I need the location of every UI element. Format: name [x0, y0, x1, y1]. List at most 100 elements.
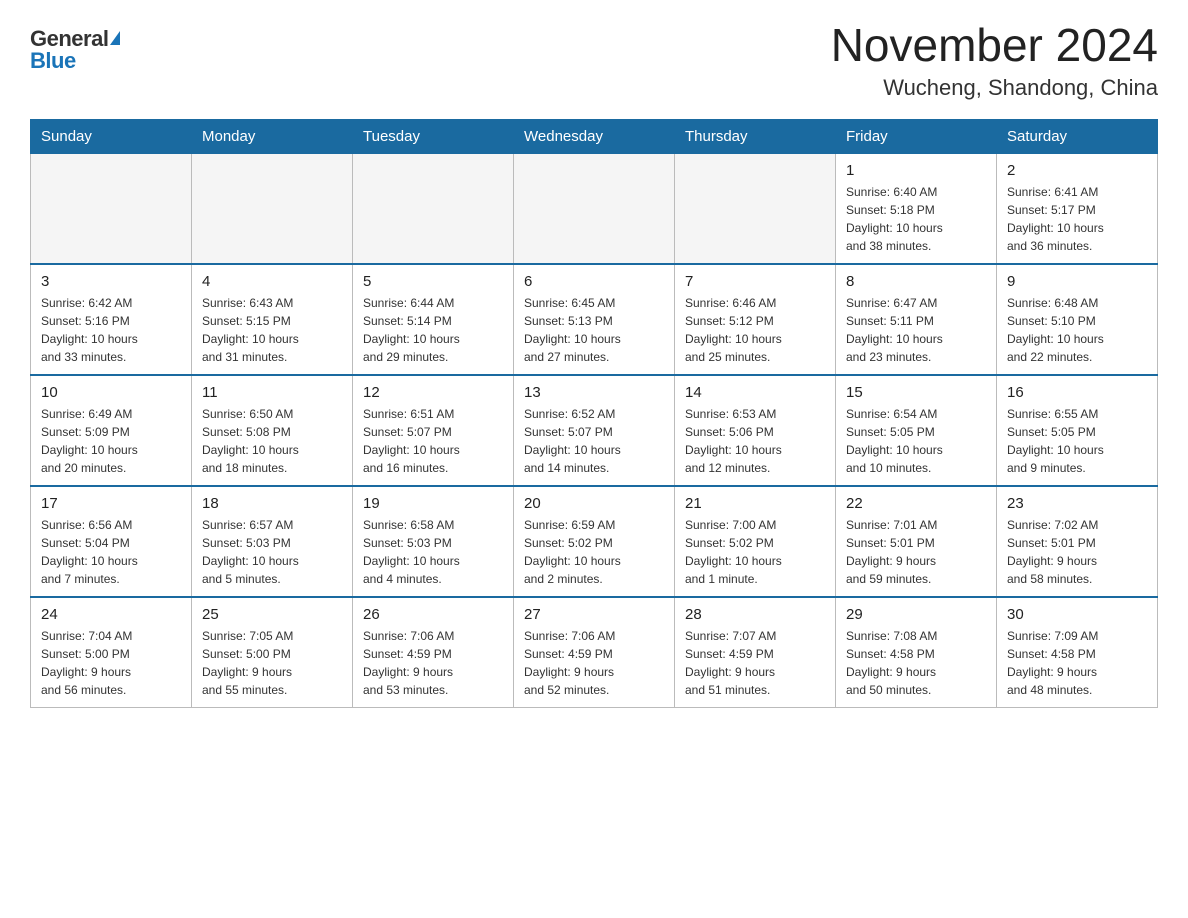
calendar-day-cell: 28 Sunrise: 7:07 AMSunset: 4:59 PMDayligh…	[675, 597, 836, 708]
weekday-header-sunday: Sunday	[31, 119, 192, 153]
day-info: Sunrise: 7:06 AMSunset: 4:59 PMDaylight:…	[363, 627, 503, 699]
calendar-day-cell: 29Sunrise: 7:08 AMSunset: 4:58 PMDayligh…	[836, 597, 997, 708]
calendar-day-cell	[192, 153, 353, 264]
day-info: Sunrise: 6:48 AMSunset: 5:10 PMDaylight:…	[1007, 294, 1147, 366]
day-number: 25	[202, 606, 342, 623]
calendar-title: November 2024	[831, 20, 1158, 71]
day-info: Sunrise: 6:49 AMSunset: 5:09 PMDaylight:…	[41, 405, 181, 477]
calendar-week-row: 10 Sunrise: 6:49 AMSunset: 5:09 PMDayligh…	[31, 375, 1158, 486]
logo-blue-text: Blue	[30, 48, 76, 74]
day-number: 10	[41, 384, 181, 401]
day-number: 2	[1007, 162, 1147, 179]
day-number: 27	[524, 606, 664, 623]
day-info: Sunrise: 6:46 AMSunset: 5:12 PMDaylight:…	[685, 294, 825, 366]
logo: General Blue	[30, 26, 120, 74]
calendar-day-cell: 17 Sunrise: 6:56 AMSunset: 5:04 PMDayligh…	[31, 486, 192, 597]
calendar-day-cell: 18 Sunrise: 6:57 AMSunset: 5:03 PMDayligh…	[192, 486, 353, 597]
calendar-day-cell: 25 Sunrise: 7:05 AMSunset: 5:00 PMDayligh…	[192, 597, 353, 708]
calendar-day-cell: 9Sunrise: 6:48 AMSunset: 5:10 PMDaylight…	[997, 264, 1158, 375]
calendar-day-cell: 20Sunrise: 6:59 AMSunset: 5:02 PMDayligh…	[514, 486, 675, 597]
calendar-day-cell: 13Sunrise: 6:52 AMSunset: 5:07 PMDayligh…	[514, 375, 675, 486]
weekday-header-tuesday: Tuesday	[353, 119, 514, 153]
calendar-day-cell: 15 Sunrise: 6:54 AMSunset: 5:05 PMDayligh…	[836, 375, 997, 486]
weekday-header-wednesday: Wednesday	[514, 119, 675, 153]
calendar-week-row: 24 Sunrise: 7:04 AMSunset: 5:00 PMDayligh…	[31, 597, 1158, 708]
day-info: Sunrise: 7:00 AMSunset: 5:02 PMDaylight:…	[685, 516, 825, 588]
calendar-day-cell: 11 Sunrise: 6:50 AMSunset: 5:08 PMDayligh…	[192, 375, 353, 486]
calendar-day-cell: 1 Sunrise: 6:40 AMSunset: 5:18 PMDaylight…	[836, 153, 997, 264]
weekday-header-friday: Friday	[836, 119, 997, 153]
calendar-day-cell: 27Sunrise: 7:06 AMSunset: 4:59 PMDayligh…	[514, 597, 675, 708]
calendar-day-cell: 4Sunrise: 6:43 AMSunset: 5:15 PMDaylight…	[192, 264, 353, 375]
calendar-day-cell	[514, 153, 675, 264]
day-info: Sunrise: 6:40 AMSunset: 5:18 PMDaylight:…	[846, 183, 986, 255]
calendar-day-cell: 6Sunrise: 6:45 AMSunset: 5:13 PMDaylight…	[514, 264, 675, 375]
day-number: 23	[1007, 495, 1147, 512]
calendar-day-cell: 10 Sunrise: 6:49 AMSunset: 5:09 PMDayligh…	[31, 375, 192, 486]
day-info: Sunrise: 6:57 AMSunset: 5:03 PMDaylight:…	[202, 516, 342, 588]
day-info: Sunrise: 6:54 AMSunset: 5:05 PMDaylight:…	[846, 405, 986, 477]
day-info: Sunrise: 7:02 AMSunset: 5:01 PMDaylight:…	[1007, 516, 1147, 588]
day-number: 21	[685, 495, 825, 512]
day-number: 28	[685, 606, 825, 623]
weekday-header-thursday: Thursday	[675, 119, 836, 153]
calendar-day-cell: 5 Sunrise: 6:44 AMSunset: 5:14 PMDaylight…	[353, 264, 514, 375]
day-number: 5	[363, 273, 503, 290]
day-number: 22	[846, 495, 986, 512]
page-header: General Blue November 2024 Wucheng, Shan…	[30, 20, 1158, 101]
calendar-day-cell: 8 Sunrise: 6:47 AMSunset: 5:11 PMDaylight…	[836, 264, 997, 375]
calendar-day-cell: 16Sunrise: 6:55 AMSunset: 5:05 PMDayligh…	[997, 375, 1158, 486]
calendar-day-cell: 2 Sunrise: 6:41 AMSunset: 5:17 PMDaylight…	[997, 153, 1158, 264]
weekday-header-monday: Monday	[192, 119, 353, 153]
day-info: Sunrise: 7:09 AMSunset: 4:58 PMDaylight:…	[1007, 627, 1147, 699]
day-number: 8	[846, 273, 986, 290]
day-info: Sunrise: 6:50 AMSunset: 5:08 PMDaylight:…	[202, 405, 342, 477]
day-info: Sunrise: 7:07 AMSunset: 4:59 PMDaylight:…	[685, 627, 825, 699]
day-info: Sunrise: 6:53 AMSunset: 5:06 PMDaylight:…	[685, 405, 825, 477]
day-number: 11	[202, 384, 342, 401]
day-number: 26	[363, 606, 503, 623]
day-number: 3	[41, 273, 181, 290]
calendar-day-cell: 26 Sunrise: 7:06 AMSunset: 4:59 PMDayligh…	[353, 597, 514, 708]
calendar-week-row: 1 Sunrise: 6:40 AMSunset: 5:18 PMDaylight…	[31, 153, 1158, 264]
calendar-day-cell: 21 Sunrise: 7:00 AMSunset: 5:02 PMDayligh…	[675, 486, 836, 597]
day-info: Sunrise: 7:05 AMSunset: 5:00 PMDaylight:…	[202, 627, 342, 699]
calendar-day-cell	[353, 153, 514, 264]
calendar-day-cell: 3 Sunrise: 6:42 AMSunset: 5:16 PMDaylight…	[31, 264, 192, 375]
calendar-day-cell: 14 Sunrise: 6:53 AMSunset: 5:06 PMDayligh…	[675, 375, 836, 486]
day-number: 7	[685, 273, 825, 290]
day-info: Sunrise: 6:51 AMSunset: 5:07 PMDaylight:…	[363, 405, 503, 477]
calendar-day-cell	[675, 153, 836, 264]
title-block: November 2024 Wucheng, Shandong, China	[831, 20, 1158, 101]
day-info: Sunrise: 7:04 AMSunset: 5:00 PMDaylight:…	[41, 627, 181, 699]
weekday-header-row: SundayMondayTuesdayWednesdayThursdayFrid…	[31, 119, 1158, 153]
weekday-header-saturday: Saturday	[997, 119, 1158, 153]
day-info: Sunrise: 6:44 AMSunset: 5:14 PMDaylight:…	[363, 294, 503, 366]
day-info: Sunrise: 6:45 AMSunset: 5:13 PMDaylight:…	[524, 294, 664, 366]
calendar-location: Wucheng, Shandong, China	[831, 75, 1158, 101]
calendar-table: SundayMondayTuesdayWednesdayThursdayFrid…	[30, 119, 1158, 708]
day-number: 30	[1007, 606, 1147, 623]
day-number: 17	[41, 495, 181, 512]
day-number: 18	[202, 495, 342, 512]
day-number: 15	[846, 384, 986, 401]
day-number: 19	[363, 495, 503, 512]
day-info: Sunrise: 6:55 AMSunset: 5:05 PMDaylight:…	[1007, 405, 1147, 477]
day-number: 1	[846, 162, 986, 179]
calendar-day-cell: 22Sunrise: 7:01 AMSunset: 5:01 PMDayligh…	[836, 486, 997, 597]
calendar-day-cell: 23 Sunrise: 7:02 AMSunset: 5:01 PMDayligh…	[997, 486, 1158, 597]
calendar-week-row: 17 Sunrise: 6:56 AMSunset: 5:04 PMDayligh…	[31, 486, 1158, 597]
day-number: 24	[41, 606, 181, 623]
day-info: Sunrise: 6:42 AMSunset: 5:16 PMDaylight:…	[41, 294, 181, 366]
day-info: Sunrise: 6:41 AMSunset: 5:17 PMDaylight:…	[1007, 183, 1147, 255]
calendar-day-cell: 12Sunrise: 6:51 AMSunset: 5:07 PMDayligh…	[353, 375, 514, 486]
logo-triangle-icon	[110, 31, 120, 45]
day-number: 29	[846, 606, 986, 623]
day-info: Sunrise: 6:58 AMSunset: 5:03 PMDaylight:…	[363, 516, 503, 588]
day-info: Sunrise: 6:47 AMSunset: 5:11 PMDaylight:…	[846, 294, 986, 366]
day-number: 20	[524, 495, 664, 512]
day-number: 14	[685, 384, 825, 401]
calendar-day-cell: 30 Sunrise: 7:09 AMSunset: 4:58 PMDayligh…	[997, 597, 1158, 708]
day-info: Sunrise: 6:52 AMSunset: 5:07 PMDaylight:…	[524, 405, 664, 477]
day-info: Sunrise: 6:56 AMSunset: 5:04 PMDaylight:…	[41, 516, 181, 588]
